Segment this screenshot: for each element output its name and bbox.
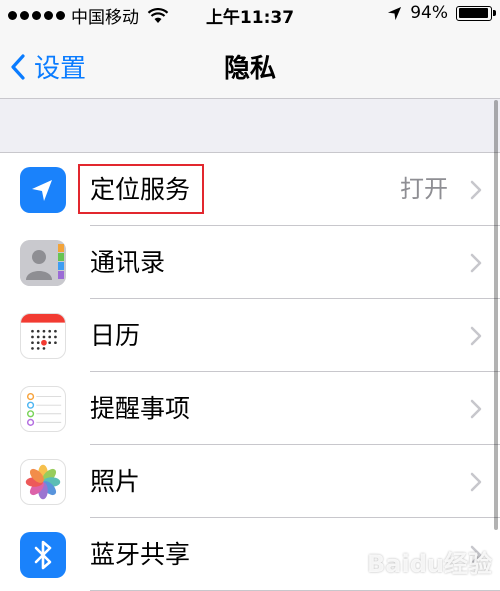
list-item-value: 打开 xyxy=(400,175,448,203)
contacts-icon xyxy=(20,240,66,286)
location-arrow-icon xyxy=(388,6,402,20)
reminders-icon xyxy=(20,386,66,432)
status-bar: 中国移动 上午11:37 94% xyxy=(0,0,500,28)
chevron-right-icon xyxy=(470,326,482,346)
scrollbar[interactable] xyxy=(494,100,498,530)
list-item-contacts[interactable]: 通讯录 xyxy=(0,226,500,299)
location-icon xyxy=(20,167,66,213)
list-item-label: 通讯录 xyxy=(90,248,166,277)
privacy-settings-list: 定位服务 打开 通讯录 日历 提醒事项 照片 蓝牙共享 xyxy=(0,152,500,591)
list-item-photos[interactable]: 照片 xyxy=(0,445,500,518)
highlight-annotation-box xyxy=(78,164,204,214)
list-item-reminders[interactable]: 提醒事项 xyxy=(0,372,500,445)
watermark: Baidu经验 xyxy=(367,550,492,578)
battery-percent: 94% xyxy=(410,3,448,23)
battery-level-fill xyxy=(458,8,488,18)
battery-icon xyxy=(456,5,496,21)
list-item-label: 提醒事项 xyxy=(90,394,191,423)
status-right: 94% xyxy=(387,3,496,23)
chevron-right-icon xyxy=(470,253,482,273)
chevron-right-icon xyxy=(470,399,482,419)
photos-icon xyxy=(20,459,66,505)
navigation-bar: 设置 隐私 xyxy=(0,26,500,99)
list-item-label: 日历 xyxy=(90,321,141,350)
list-item-calendar[interactable]: 日历 xyxy=(0,299,500,372)
page-title: 隐私 xyxy=(223,54,276,84)
list-item-label: 蓝牙共享 xyxy=(90,540,191,569)
calendar-icon xyxy=(20,313,66,359)
chevron-right-icon xyxy=(470,180,482,200)
list-item-label: 照片 xyxy=(90,467,141,496)
chevron-right-icon xyxy=(470,472,482,492)
list-item-location-services[interactable]: 定位服务 打开 xyxy=(0,153,500,226)
bluetooth-icon xyxy=(20,532,66,578)
